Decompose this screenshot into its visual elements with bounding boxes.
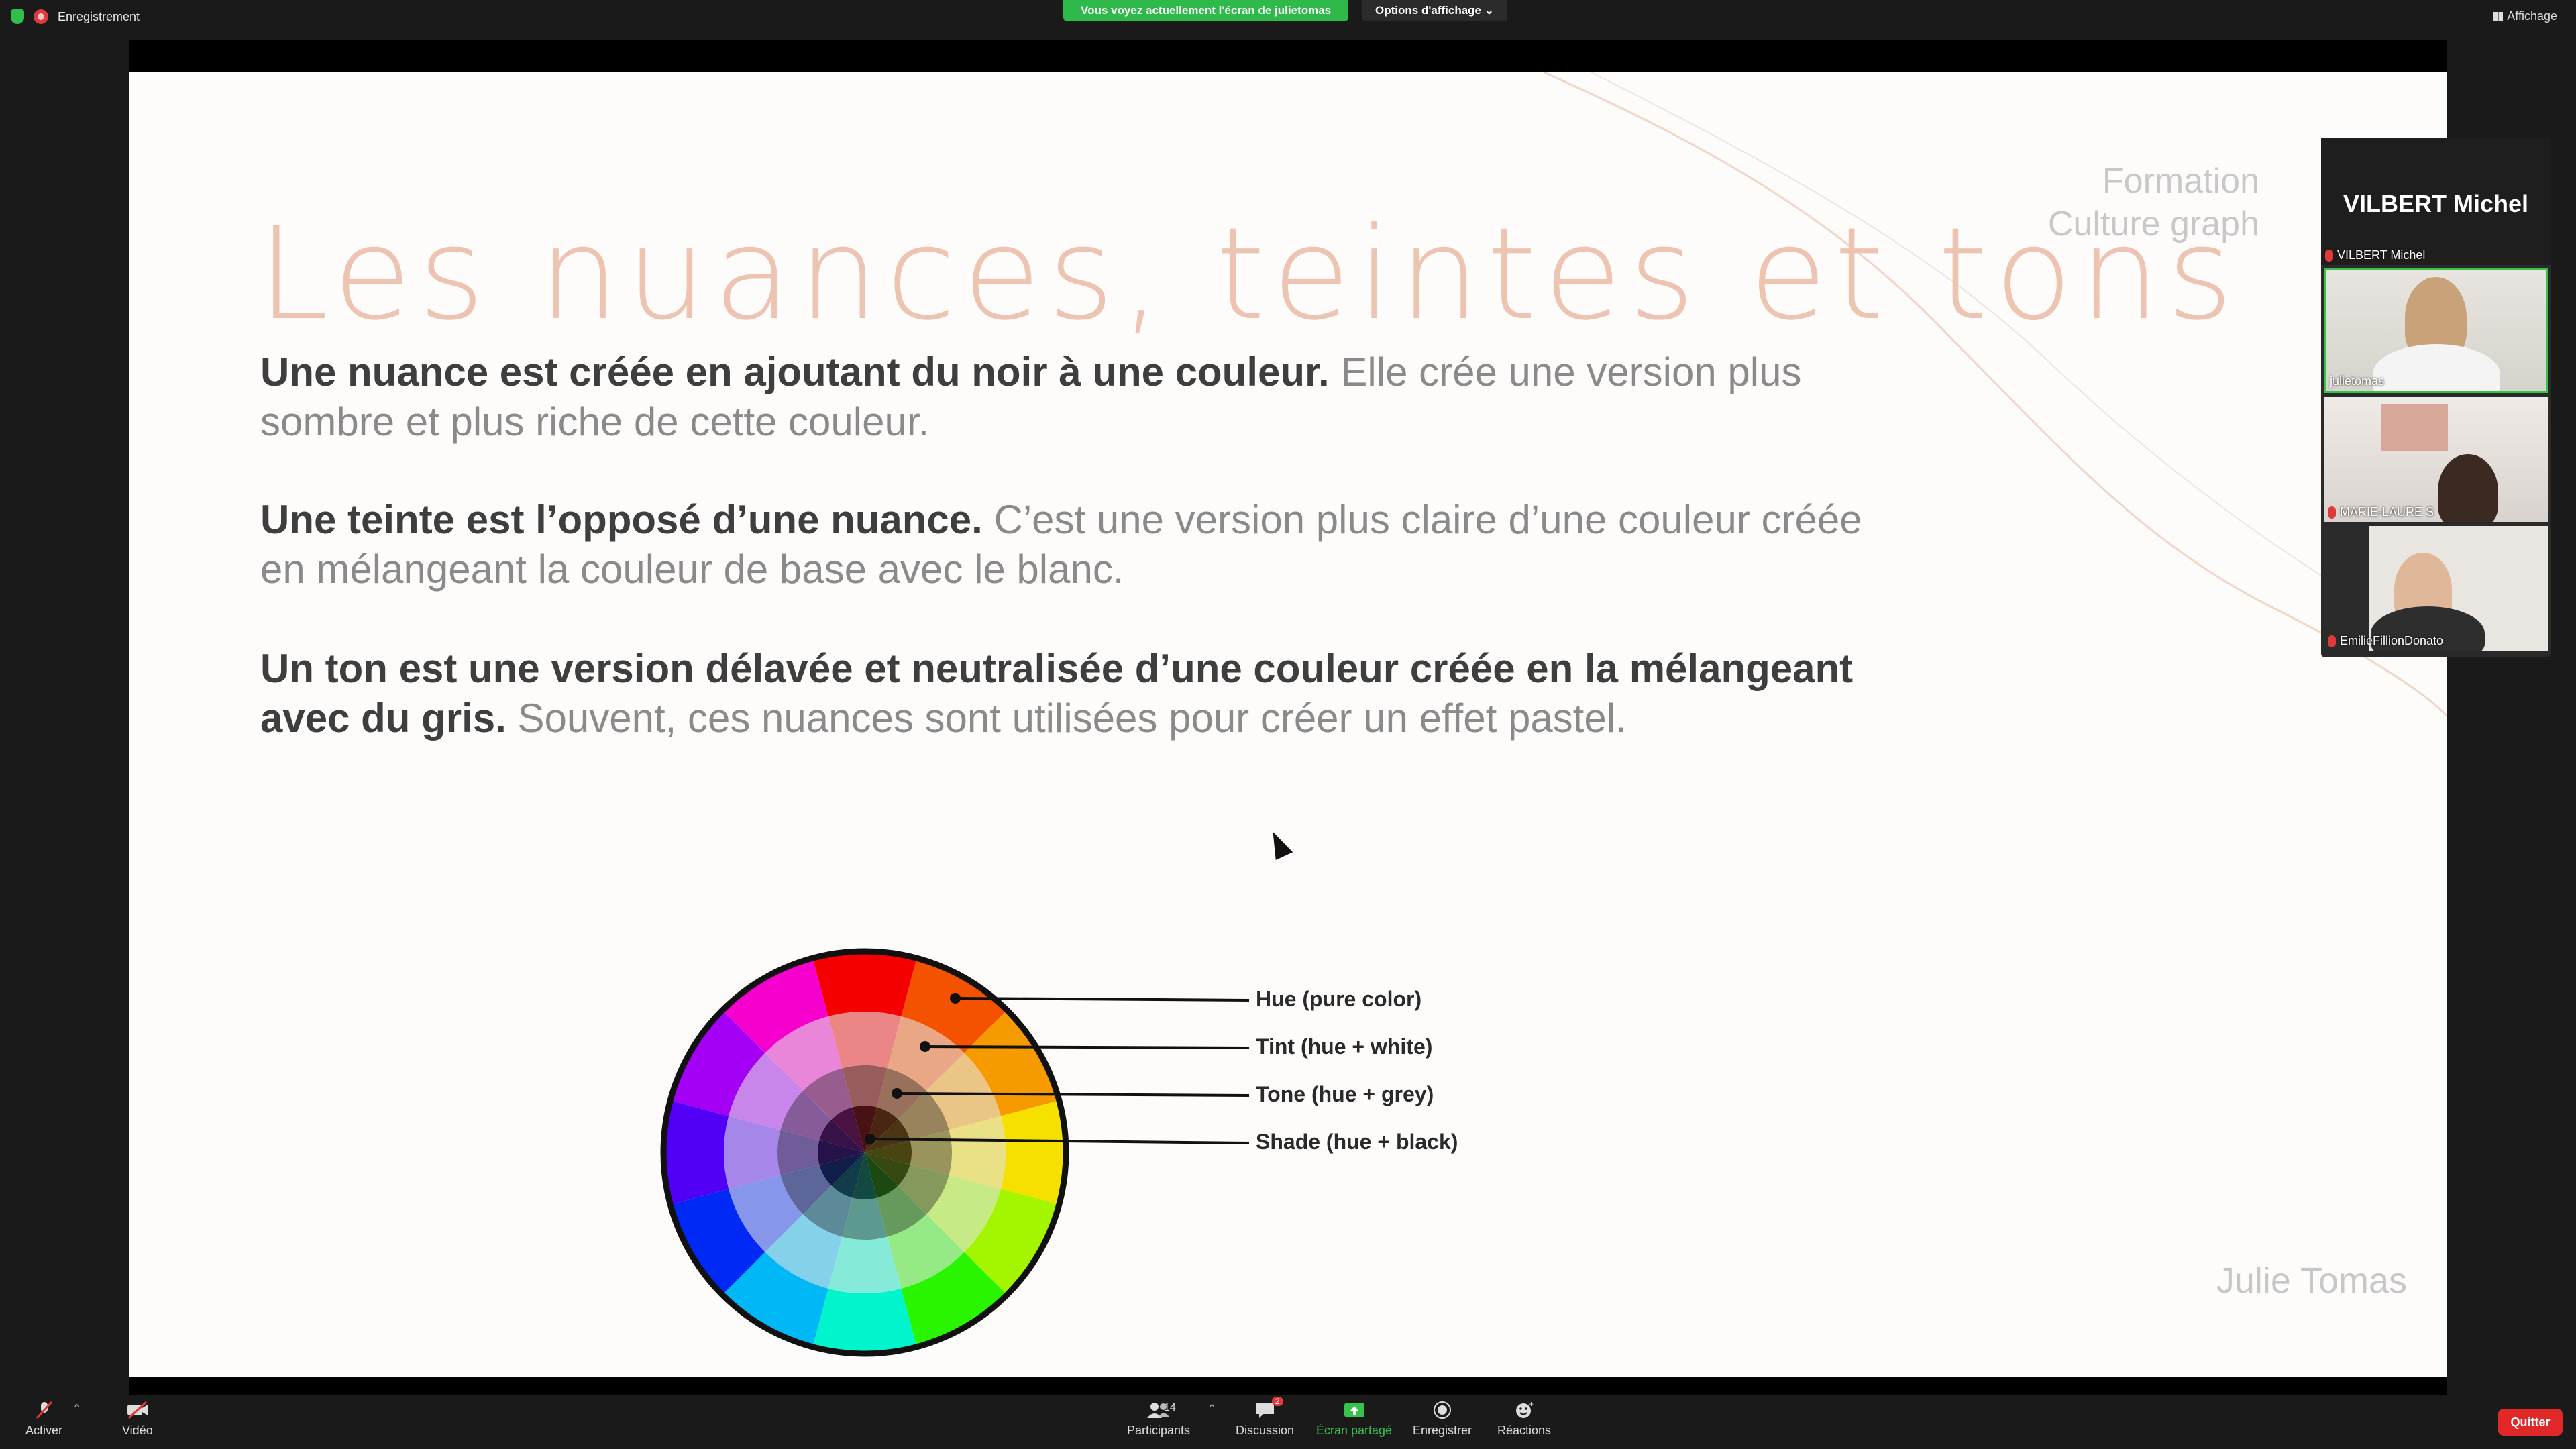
svg-text:+: + xyxy=(1529,1401,1534,1409)
share-banner: Vous voyez actuellement l'écran de julie… xyxy=(1063,0,1349,21)
audio-options-caret-icon[interactable]: ⌃ xyxy=(72,1402,81,1415)
participants-label: Participants xyxy=(1127,1424,1191,1437)
reactions-button[interactable]: + Réactions xyxy=(1497,1399,1552,1438)
tile-label: MARIE-LAURE S xyxy=(2328,505,2434,519)
slide-author: Julie Tomas xyxy=(2216,1260,2407,1301)
host-tile-label: VILBERT Michel xyxy=(2325,248,2425,262)
chat-icon: 2 xyxy=(1254,1397,1283,1419)
shield-icon xyxy=(11,9,24,24)
host-label: VILBERT Michel xyxy=(2337,248,2426,262)
label-pointer-dot xyxy=(950,993,961,1004)
display-label: Affichage xyxy=(2507,9,2557,23)
wheel-segment-ring0-3 xyxy=(1000,1100,1066,1205)
video-tile[interactable]: EmilieFillionDonato xyxy=(2324,526,2548,651)
course-line-1: Formation xyxy=(2102,162,2259,201)
participants-icon: 14 xyxy=(1132,1401,1185,1419)
chat-badge: 2 xyxy=(1271,1397,1283,1406)
unmute-button[interactable]: Activer xyxy=(25,1401,62,1438)
paragraph-shade-bold: Une nuance est créée en ajoutant du noir… xyxy=(260,350,1330,394)
course-line-2: Culture graph xyxy=(2047,205,2259,244)
label-tone: Tone (hue + grey) xyxy=(1256,1082,1434,1106)
paragraph-tone-text: Souvent, ces nuances sont utilisées pour… xyxy=(506,696,1627,741)
paragraph-tone: Un ton est une version délavée et neutra… xyxy=(260,644,1904,743)
label-pointer-dot xyxy=(865,1134,875,1144)
label-shade: Shade (hue + black) xyxy=(1256,1130,1458,1154)
muted-mic-icon xyxy=(2325,249,2333,262)
participant-body xyxy=(2373,344,2500,391)
meeting-toolbar: Activer ⌃ Vidéo 14 Participants ⌃ 2 Disc… xyxy=(0,1395,2576,1449)
muted-mic-icon xyxy=(2328,635,2336,647)
paragraph-tint: Une teinte est l’opposé d’une nuance. C’… xyxy=(260,495,1904,594)
color-wheel-diagram: Hue (pure color) Tint (hue + white) Tone… xyxy=(258,817,1666,1360)
recording-label: Enregistrement xyxy=(58,9,140,23)
mic-muted-icon xyxy=(33,1401,56,1419)
share-screen-label: Écran partagé xyxy=(1316,1424,1393,1437)
tile-label: julietomas xyxy=(2330,374,2384,388)
chat-button[interactable]: 2 Discussion xyxy=(1236,1397,1295,1438)
label-pointer-dot xyxy=(892,1088,902,1099)
video-off-icon xyxy=(126,1401,149,1419)
record-icon xyxy=(1431,1401,1454,1419)
reactions-label: Réactions xyxy=(1497,1424,1552,1437)
participants-count: 14 xyxy=(1164,1402,1176,1413)
participants-button[interactable]: 14 Participants xyxy=(1127,1401,1190,1438)
chat-label: Discussion xyxy=(1236,1424,1295,1437)
paragraph-tint-bold: Une teinte est l’opposé d’une nuance. xyxy=(260,497,983,542)
display-button[interactable]: Affichage xyxy=(2493,9,2557,23)
label-tint: Tint (hue + white) xyxy=(1256,1034,1433,1059)
host-tile[interactable]: VILBERT Michel VILBERT Michel xyxy=(2321,138,2551,265)
unmute-label: Activer xyxy=(25,1424,63,1437)
label-hue: Hue (pure color) xyxy=(1256,987,1422,1011)
participant-head xyxy=(2438,454,2498,522)
paragraph-shade: Une nuance est créée en ajoutant du noir… xyxy=(260,347,1904,447)
record-label: Enregistrer xyxy=(1413,1424,1472,1437)
label-pointer-dot xyxy=(920,1041,930,1052)
share-screen-icon xyxy=(1343,1401,1366,1419)
tile-label: EmilieFillionDonato xyxy=(2328,634,2443,648)
tile-name: julietomas xyxy=(2330,374,2385,388)
tile-name: EmilieFillionDonato xyxy=(2340,634,2444,647)
recording-indicator: Enregistrement xyxy=(11,9,140,24)
video-tile[interactable]: MARIE-LAURE S xyxy=(2324,397,2548,522)
grid-icon xyxy=(2493,11,2504,21)
wheel-segment-ring0-6 xyxy=(812,1288,917,1354)
wheel-segment-ring0-9 xyxy=(663,1100,729,1205)
video-tile[interactable]: julietomas xyxy=(2324,268,2548,393)
wheel-segment-ring0-0 xyxy=(812,951,917,1017)
slide-title: Les nuances, teintes et tons xyxy=(258,200,2240,348)
wall-picture xyxy=(2381,404,2448,451)
muted-mic-icon xyxy=(2328,506,2336,519)
tile-name: MARIE-LAURE S xyxy=(2340,505,2434,519)
leave-meeting-button[interactable]: Quitter xyxy=(2498,1409,2563,1436)
record-button[interactable]: Enregistrer xyxy=(1413,1401,1472,1438)
label-pointer-line xyxy=(924,1045,1250,1049)
video-button[interactable]: Vidéo xyxy=(122,1401,153,1438)
record-icon xyxy=(34,9,48,24)
share-screen-button[interactable]: Écran partagé xyxy=(1316,1401,1392,1438)
color-wheel xyxy=(660,948,1250,1357)
video-label: Vidéo xyxy=(122,1424,153,1437)
presentation-slide: Les nuances, teintes et tons Formation C… xyxy=(129,72,2447,1377)
course-label: Formation Culture graph xyxy=(2048,160,2259,246)
participants-options-caret-icon[interactable]: ⌃ xyxy=(1208,1402,1216,1415)
host-name: VILBERT Michel xyxy=(2343,190,2529,217)
reactions-icon: + xyxy=(1513,1399,1536,1419)
video-panel: VILBERT Michel VILBERT Michel julietomas… xyxy=(2321,138,2551,657)
view-options-button[interactable]: Options d'affichage ⌄ xyxy=(1362,0,1507,21)
top-bar: Enregistrement Vous voyez actuellement l… xyxy=(0,0,2576,40)
